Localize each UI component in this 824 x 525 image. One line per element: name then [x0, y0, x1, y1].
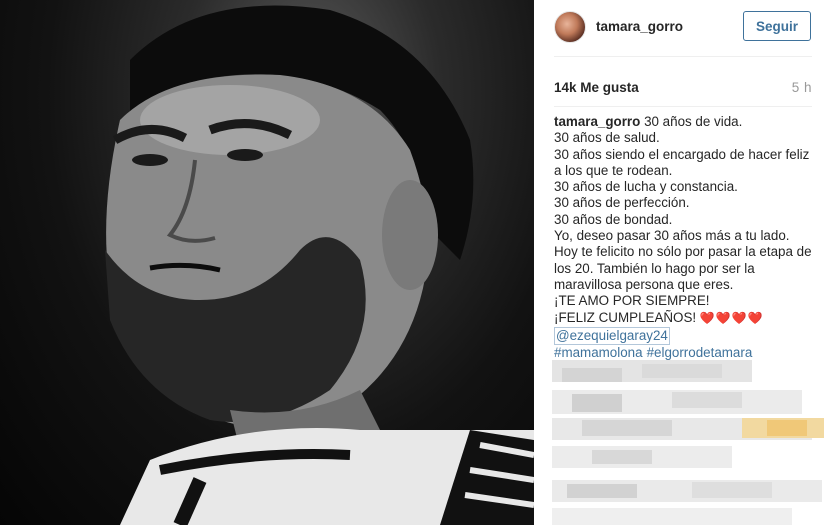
hashtag-link[interactable]: #mamamolona	[554, 345, 643, 360]
blurred-comment	[582, 420, 672, 436]
caption-line: #mamamolona #elgorrodetamara	[554, 345, 818, 361]
caption-line: @ezequielgaray24	[554, 326, 818, 346]
caption-line: maravillosa persona que eres.	[554, 276, 734, 292]
likes-divider	[554, 106, 812, 107]
username-link[interactable]: tamara_gorro	[596, 19, 683, 34]
caption-line: a los que te rodean.	[554, 162, 673, 178]
post-time[interactable]: 5 h	[792, 80, 812, 95]
caption-line: los 20. También lo hago por ser la	[554, 260, 755, 276]
caption-text: ¡FELIZ CUMPLEAÑOS!	[554, 309, 697, 325]
blurred-comment	[572, 394, 622, 412]
heart-emoji-icons: ❤️❤️❤️❤️	[699, 310, 764, 325]
blurred-comment	[552, 508, 792, 525]
caption-line: tamara_gorro 30 años de vida.	[554, 114, 818, 130]
post-sidebar: tamara_gorro Seguir 14k Me gusta 5 h tam…	[534, 0, 824, 525]
post-photo[interactable]	[0, 0, 534, 525]
caption-line: Hoy te felicito no sólo por pasar la eta…	[554, 244, 812, 260]
blurred-comment	[642, 364, 722, 378]
header-divider	[554, 56, 812, 57]
likes-count[interactable]: 14k Me gusta	[554, 80, 639, 95]
blurred-comment	[562, 368, 622, 382]
caption-line: 30 años de salud.	[554, 130, 660, 146]
post-caption: tamara_gorro 30 años de vida. 30 años de…	[554, 114, 818, 361]
caption-line: 30 años siendo el encargado de hacer fel…	[554, 146, 810, 162]
caption-line: 30 años de lucha y constancia.	[554, 179, 738, 195]
caption-line: 30 años de perfección.	[554, 195, 690, 211]
caption-line: 30 años de bondad.	[554, 211, 673, 227]
post-header: tamara_gorro Seguir	[534, 0, 824, 56]
mention-link[interactable]: @ezequielgaray24	[554, 326, 670, 346]
caption-line: ¡FELIZ CUMPLEAÑOS! ❤️❤️❤️❤️	[554, 310, 818, 326]
blurred-comment	[692, 482, 772, 498]
caption-text: 30 años de vida.	[644, 114, 743, 129]
caption-author[interactable]: tamara_gorro	[554, 114, 640, 129]
blurred-comment	[592, 450, 652, 464]
avatar[interactable]	[554, 11, 586, 43]
caption-line: Yo, deseo pasar 30 años más a tu lado.	[554, 228, 790, 244]
hashtag-link[interactable]: #elgorrodetamara	[647, 345, 753, 360]
blurred-comment	[672, 392, 742, 408]
blurred-emoji	[767, 420, 807, 436]
pixelated-comments	[552, 360, 824, 525]
caption-line: ¡TE AMO POR SIEMPRE!	[554, 293, 710, 309]
follow-button[interactable]: Seguir	[743, 11, 811, 41]
portrait-illustration	[105, 5, 534, 525]
blurred-comment	[567, 484, 637, 498]
